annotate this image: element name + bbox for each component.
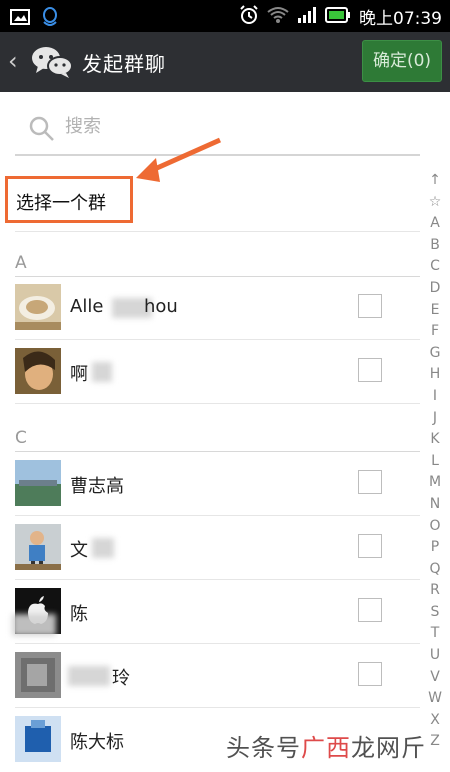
index-letter[interactable]: O xyxy=(423,516,447,538)
index-letter[interactable]: R xyxy=(423,580,447,602)
contact-name: 陈 xyxy=(70,604,88,625)
list-item[interactable]: 玲 xyxy=(0,644,420,708)
divider xyxy=(15,403,420,404)
index-letter[interactable]: Z xyxy=(423,731,447,753)
avatar xyxy=(15,348,61,394)
index-letter[interactable]: A xyxy=(423,213,447,235)
battery-icon xyxy=(325,6,351,27)
page-title: 发起群聊 xyxy=(82,52,166,76)
index-letter[interactable]: U xyxy=(423,645,447,667)
index-letter[interactable]: W xyxy=(423,688,447,710)
watermark-text-red: 广西 xyxy=(301,734,351,762)
back-button[interactable]: ‹ xyxy=(8,48,18,74)
index-letter[interactable]: D xyxy=(423,278,447,300)
index-letter[interactable]: N xyxy=(423,494,447,516)
privacy-blur xyxy=(92,362,112,382)
avatar xyxy=(15,652,61,698)
wifi-icon xyxy=(267,6,289,28)
avatar xyxy=(15,284,61,330)
list-item[interactable]: 陈 xyxy=(0,580,420,644)
contact-name-tail: hou xyxy=(144,296,178,317)
avatar xyxy=(15,460,61,506)
select-group-button[interactable]: 选择一个群 xyxy=(5,176,133,223)
select-checkbox[interactable] xyxy=(358,358,382,382)
divider xyxy=(15,231,420,232)
select-checkbox[interactable] xyxy=(358,294,382,318)
qq-icon xyxy=(40,6,60,32)
list-item[interactable]: 文 xyxy=(0,516,420,580)
section-header-c: C xyxy=(15,428,420,452)
contact-name: Alle xyxy=(70,296,104,317)
wechat-chat-icon xyxy=(30,44,74,84)
watermark: 头条号广西龙网斤 xyxy=(226,728,426,763)
contact-name: 玲 xyxy=(112,668,130,689)
index-letter[interactable]: J xyxy=(423,408,447,430)
select-checkbox[interactable] xyxy=(358,470,382,494)
select-checkbox[interactable] xyxy=(358,534,382,558)
confirm-button[interactable]: 确定(0) xyxy=(362,40,442,82)
index-letter[interactable]: X xyxy=(423,710,447,732)
section-letter: C xyxy=(15,428,27,448)
index-letter[interactable]: K xyxy=(423,429,447,451)
select-checkbox[interactable] xyxy=(358,662,382,686)
index-letter[interactable]: G xyxy=(423,343,447,365)
title-bar: ‹ 发起群聊 确定(0) xyxy=(0,32,450,92)
annotation-arrow-icon xyxy=(136,137,222,182)
status-time: 晚上07:39 xyxy=(359,9,442,29)
index-letter[interactable]: V xyxy=(423,667,447,689)
index-letter[interactable]: T xyxy=(423,623,447,645)
search-input[interactable] xyxy=(65,116,405,137)
index-letter[interactable]: I xyxy=(423,386,447,408)
watermark-text: 斤 xyxy=(401,734,426,762)
section-header-a: A xyxy=(15,253,420,277)
privacy-blur xyxy=(68,666,110,686)
alarm-icon xyxy=(239,4,259,29)
index-letter[interactable]: H xyxy=(423,364,447,386)
index-letter[interactable]: E xyxy=(423,300,447,322)
watermark-text: 头条号 xyxy=(226,734,301,762)
privacy-blur xyxy=(12,614,56,636)
select-group-label: 选择一个群 xyxy=(16,193,106,214)
index-letter[interactable]: C xyxy=(423,256,447,278)
contact-name: 陈大标 xyxy=(70,732,124,753)
section-letter: A xyxy=(15,253,27,273)
index-letter[interactable]: S xyxy=(423,602,447,624)
index-letter[interactable]: Q xyxy=(423,559,447,581)
index-letter[interactable]: B xyxy=(423,235,447,257)
list-item[interactable]: 啊 xyxy=(0,340,420,404)
contact-name: 啊 xyxy=(70,364,88,385)
image-icon xyxy=(10,8,30,30)
privacy-blur xyxy=(92,538,114,558)
index-letter[interactable]: ↑ xyxy=(423,170,447,192)
contact-name: 曹志高 xyxy=(70,476,124,497)
index-letter[interactable]: P xyxy=(423,537,447,559)
list-item[interactable]: 曹志高 xyxy=(0,452,420,516)
avatar xyxy=(15,524,61,570)
index-letter[interactable]: L xyxy=(423,451,447,473)
search-icon xyxy=(29,116,55,146)
list-item[interactable]: Alle hou xyxy=(0,276,420,340)
watermark-text: 龙网 xyxy=(351,734,401,762)
signal-icon xyxy=(297,6,317,28)
index-letter[interactable]: F xyxy=(423,321,447,343)
index-letter[interactable]: M xyxy=(423,472,447,494)
contact-name: 文 xyxy=(70,540,88,561)
index-letter[interactable]: ☆ xyxy=(423,192,447,214)
select-checkbox[interactable] xyxy=(358,598,382,622)
avatar xyxy=(15,716,61,762)
alphabet-index-bar[interactable]: ↑ ☆ A B C D E F G H I J K L M N O P Q R S T U V W X Z xyxy=(423,170,447,753)
status-bar: 晚上07:39 xyxy=(0,0,450,32)
